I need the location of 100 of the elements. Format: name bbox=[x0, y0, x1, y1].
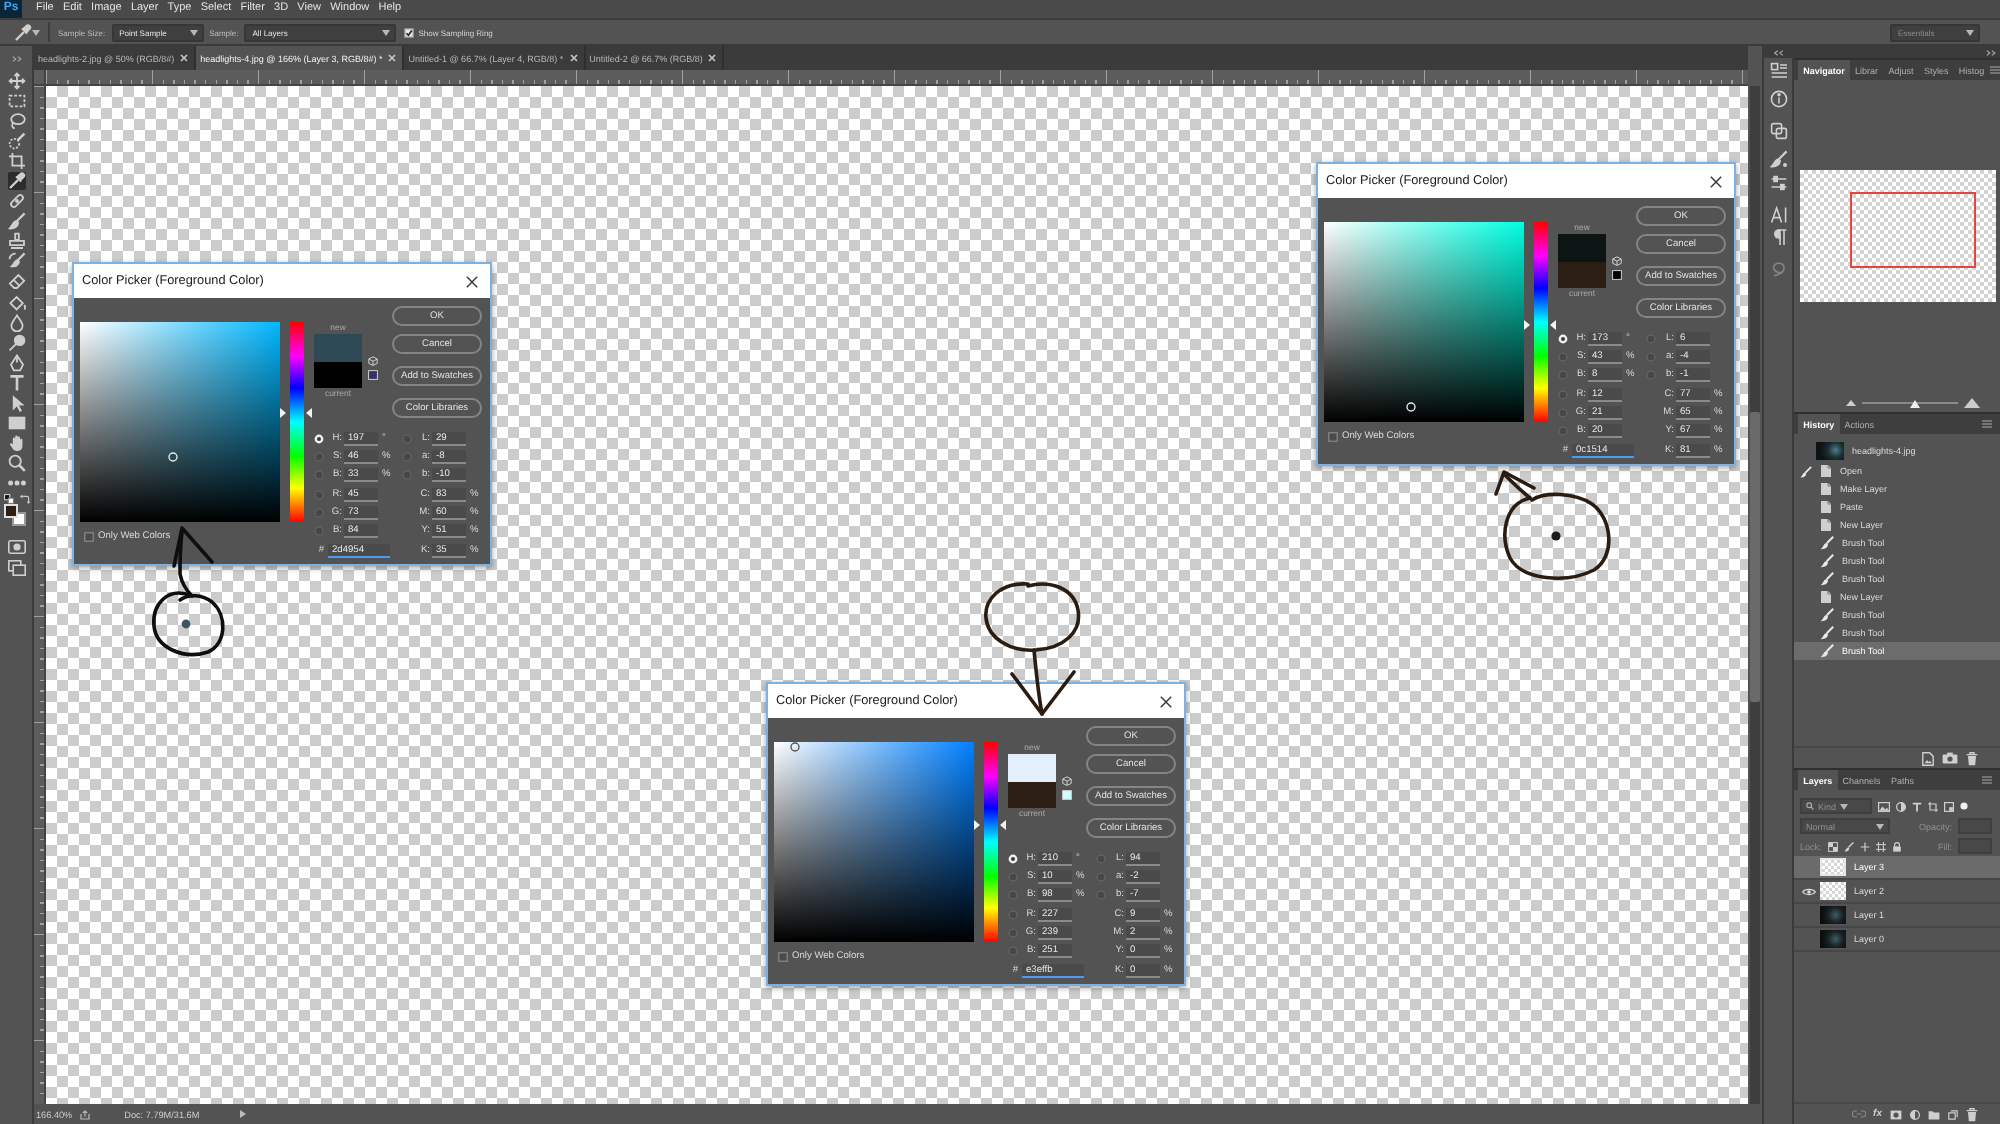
web-safe-swatch-icon[interactable] bbox=[1062, 790, 1072, 800]
arrow-pointer-icon[interactable] bbox=[7, 394, 25, 413]
navigator-preview[interactable] bbox=[1799, 170, 1995, 302]
export-icon[interactable] bbox=[80, 1109, 91, 1119]
new-document-icon[interactable] bbox=[1922, 751, 1934, 765]
swap-icon[interactable] bbox=[19, 493, 29, 504]
caret-icon[interactable] bbox=[239, 1110, 246, 1118]
color-field[interactable] bbox=[1324, 222, 1524, 422]
radio-button[interactable] bbox=[314, 507, 324, 518]
history-brush-icon[interactable] bbox=[1800, 465, 1812, 477]
camera-icon[interactable] bbox=[1942, 752, 1958, 764]
character-icon[interactable] bbox=[1769, 205, 1787, 223]
radio-button[interactable] bbox=[1558, 407, 1568, 418]
eyedropper-icon[interactable] bbox=[14, 23, 32, 41]
mask-icon[interactable] bbox=[1890, 1109, 1902, 1119]
trash-icon[interactable] bbox=[1966, 1107, 1978, 1121]
zoom-slider[interactable] bbox=[1862, 399, 1958, 407]
info-icon[interactable] bbox=[1769, 89, 1787, 107]
default-colors-icon[interactable] bbox=[3, 493, 13, 504]
cube-icon[interactable] bbox=[1062, 776, 1072, 786]
new-layer-icon[interactable] bbox=[1948, 1109, 1958, 1119]
radio-button[interactable] bbox=[1008, 946, 1018, 957]
transparent-canvas[interactable] bbox=[46, 86, 1748, 1104]
radio-button[interactable] bbox=[1558, 351, 1568, 362]
radio-button[interactable] bbox=[1008, 871, 1018, 882]
crop-icon[interactable] bbox=[7, 151, 25, 170]
expand-icon[interactable] bbox=[1986, 49, 1996, 55]
screen-mode-icon[interactable] bbox=[7, 559, 25, 576]
slider-thumb[interactable] bbox=[1910, 399, 1921, 407]
lasso-icon[interactable] bbox=[7, 111, 25, 130]
sliders-icon[interactable] bbox=[1769, 173, 1787, 191]
foreground-color-swatch[interactable] bbox=[4, 503, 18, 518]
dashed-rectangle-icon[interactable] bbox=[7, 91, 25, 110]
four-arrows-icon[interactable] bbox=[7, 71, 25, 90]
collapse-icon[interactable] bbox=[1773, 49, 1783, 55]
eyedropper-icon[interactable] bbox=[7, 172, 25, 191]
checkerboard-icon[interactable] bbox=[1827, 841, 1838, 851]
radio-button[interactable] bbox=[402, 470, 412, 481]
crop-filter-icon[interactable] bbox=[1928, 801, 1938, 811]
bandage-icon[interactable] bbox=[7, 192, 25, 211]
radio-button[interactable] bbox=[1096, 871, 1106, 882]
artboard-icon[interactable] bbox=[1875, 841, 1886, 851]
radio-button[interactable] bbox=[1096, 853, 1106, 864]
pen-nib-icon[interactable] bbox=[7, 353, 25, 372]
type-tool-icon[interactable] bbox=[7, 373, 25, 392]
quick-mask-icon[interactable] bbox=[7, 539, 25, 554]
slider-thumb[interactable] bbox=[1524, 320, 1556, 331]
radio-button[interactable] bbox=[1096, 890, 1106, 901]
move-arrows-icon[interactable] bbox=[1859, 841, 1870, 851]
small-mountain-icon[interactable] bbox=[1846, 400, 1856, 406]
trash-icon[interactable] bbox=[1966, 751, 1978, 765]
radio-button[interactable] bbox=[1558, 389, 1568, 400]
adjustment-icon[interactable] bbox=[1910, 1109, 1920, 1119]
close-icon[interactable] bbox=[1160, 695, 1172, 707]
radio-button[interactable] bbox=[314, 451, 324, 462]
current-color-swatch[interactable] bbox=[1008, 781, 1056, 808]
half-circle-icon[interactable] bbox=[1896, 801, 1906, 811]
close-icon[interactable] bbox=[466, 275, 478, 287]
web-safe-swatch-icon[interactable] bbox=[1612, 270, 1622, 280]
selection-brush-icon[interactable] bbox=[7, 131, 25, 150]
filter-toggle-icon[interactable] bbox=[1960, 802, 1968, 810]
brush-icon[interactable] bbox=[1769, 149, 1787, 167]
image-filter-icon[interactable] bbox=[1878, 801, 1890, 811]
fill-field[interactable] bbox=[1958, 838, 1992, 854]
eraser-icon[interactable] bbox=[7, 272, 25, 291]
slider-thumb[interactable] bbox=[974, 820, 1006, 831]
hand-icon[interactable] bbox=[7, 434, 25, 453]
history-brush-icon[interactable] bbox=[7, 252, 25, 271]
checkbox[interactable] bbox=[778, 952, 788, 962]
list-icon[interactable] bbox=[1769, 61, 1787, 79]
radio-button[interactable] bbox=[314, 470, 324, 481]
folder-icon[interactable] bbox=[1928, 1109, 1940, 1119]
eye-icon[interactable] bbox=[1801, 887, 1815, 895]
checkbox[interactable] bbox=[84, 532, 94, 542]
radio-button[interactable] bbox=[1646, 351, 1656, 362]
brush-icon[interactable] bbox=[1843, 841, 1854, 851]
radio-button[interactable] bbox=[1646, 370, 1656, 381]
paint-bucket-icon[interactable] bbox=[7, 293, 25, 312]
collapse-icon[interactable] bbox=[11, 55, 21, 61]
type-filter-icon[interactable] bbox=[1912, 801, 1922, 811]
radio-button[interactable] bbox=[1008, 927, 1018, 938]
radio-button[interactable] bbox=[402, 433, 412, 444]
scroll-thumb[interactable] bbox=[1750, 412, 1760, 702]
radio-button[interactable] bbox=[402, 451, 412, 462]
color-field[interactable] bbox=[80, 322, 280, 522]
cube-icon[interactable] bbox=[368, 356, 378, 366]
radio-button[interactable] bbox=[1558, 333, 1568, 344]
radio-button[interactable] bbox=[1008, 909, 1018, 920]
view-area-frame[interactable] bbox=[1849, 192, 1975, 268]
current-color-swatch[interactable] bbox=[314, 361, 362, 388]
zoom-icon[interactable] bbox=[7, 454, 25, 473]
radio-button[interactable] bbox=[1558, 370, 1568, 381]
radio-button[interactable] bbox=[1558, 426, 1568, 437]
radio-button[interactable] bbox=[1008, 853, 1018, 864]
radio-button[interactable] bbox=[314, 489, 324, 500]
web-safe-swatch-icon[interactable] bbox=[368, 370, 378, 380]
radio-button[interactable] bbox=[314, 526, 324, 537]
rectangle-icon[interactable] bbox=[7, 414, 25, 433]
stamp-icon[interactable] bbox=[7, 232, 25, 251]
smart-object-icon[interactable] bbox=[1944, 801, 1954, 811]
